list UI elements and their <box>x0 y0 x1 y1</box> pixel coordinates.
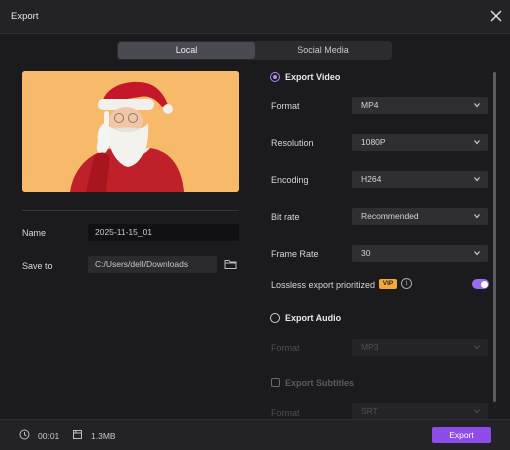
export-target-tabs: Local Social Media <box>117 41 392 60</box>
info-icon[interactable]: i <box>401 278 412 289</box>
duration-text: 00:01 <box>38 431 60 441</box>
export-video-radio[interactable] <box>270 72 280 82</box>
resolution-select[interactable]: 1080P <box>352 134 488 151</box>
chevron-down-icon <box>474 103 480 108</box>
frame-rate-select[interactable]: 30 <box>352 245 488 262</box>
save-path-input[interactable]: C:/Users/dell/Downloads <box>88 256 217 273</box>
clock-icon <box>19 429 30 440</box>
resolution-label: Resolution <box>271 138 314 148</box>
folder-icon[interactable] <box>224 258 237 270</box>
tab-social-media[interactable]: Social Media <box>255 42 391 59</box>
export-button[interactable]: Export <box>432 427 491 443</box>
format-select[interactable]: MP4 <box>352 97 488 114</box>
format-label: Format <box>271 101 300 111</box>
chevron-down-icon <box>474 251 480 256</box>
lossless-toggle[interactable] <box>472 279 489 289</box>
export-audio-radio[interactable] <box>270 313 280 323</box>
window-title: Export <box>11 11 39 22</box>
format-value: MP4 <box>361 100 379 110</box>
chevron-down-icon <box>474 345 480 350</box>
save-to-label: Save to <box>22 261 53 271</box>
lossless-label: Lossless export prioritized <box>271 280 376 290</box>
name-input[interactable]: 2025-11-15_01 <box>88 224 239 241</box>
close-icon[interactable] <box>489 9 503 23</box>
export-audio-heading: Export Audio <box>285 313 342 323</box>
chevron-down-icon <box>474 177 480 182</box>
chevron-down-icon <box>474 214 480 219</box>
encoding-value: H264 <box>361 174 382 184</box>
chevron-down-icon <box>474 140 480 145</box>
encoding-select[interactable]: H264 <box>352 171 488 188</box>
subtitles-format-select: SRT <box>352 403 488 420</box>
title-bar: Export <box>0 0 510 34</box>
export-subtitles-heading: Export Subtitles <box>285 378 355 388</box>
chevron-down-icon <box>474 409 480 414</box>
export-video-heading: Export Video <box>285 72 341 82</box>
subtitles-format-value: SRT <box>361 406 378 416</box>
frame-rate-value: 30 <box>361 248 371 258</box>
bit-rate-select[interactable]: Recommended <box>352 208 488 225</box>
audio-format-label: Format <box>271 343 300 353</box>
resolution-value: 1080P <box>361 137 386 147</box>
scrollbar-thumb[interactable] <box>493 72 496 402</box>
encoding-label: Encoding <box>271 175 309 185</box>
bit-rate-value: Recommended <box>361 211 419 221</box>
file-size-text: 1.3MB <box>91 431 116 441</box>
video-thumbnail <box>22 71 239 192</box>
audio-format-value: MP3 <box>361 342 379 352</box>
subtitles-format-label: Format <box>271 408 300 418</box>
audio-format-select: MP3 <box>352 339 488 356</box>
file-size-icon <box>72 429 83 440</box>
santa-thumbnail <box>22 71 239 192</box>
vip-badge: VIP <box>379 279 397 289</box>
tab-local[interactable]: Local <box>118 42 255 59</box>
bit-rate-label: Bit rate <box>271 212 300 222</box>
frame-rate-label: Frame Rate <box>271 249 319 259</box>
export-subtitles-checkbox <box>271 378 280 387</box>
divider <box>22 210 239 211</box>
name-label: Name <box>22 228 47 238</box>
